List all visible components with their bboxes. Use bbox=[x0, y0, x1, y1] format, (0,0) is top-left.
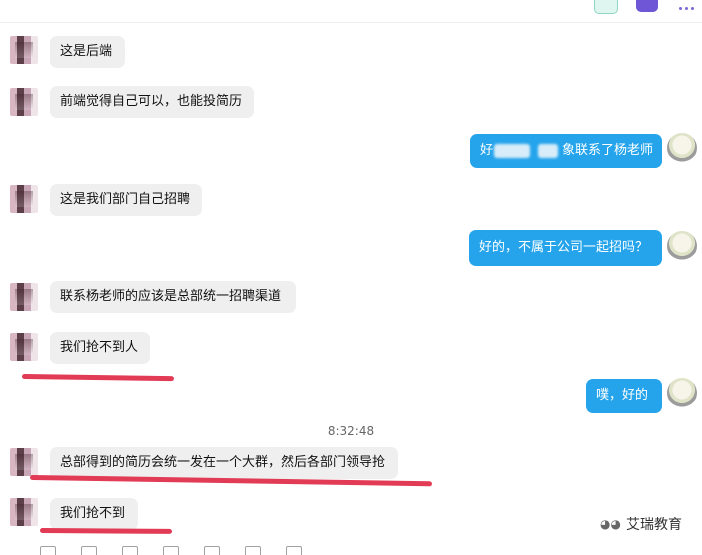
message-bubble: 我们抢不到 bbox=[50, 498, 138, 530]
input-toolbar bbox=[40, 546, 302, 555]
phone-icon[interactable] bbox=[594, 0, 618, 14]
avatar[interactable] bbox=[10, 88, 38, 116]
avatar[interactable] bbox=[10, 448, 38, 476]
message-text: 好 bbox=[480, 143, 494, 158]
avatar[interactable] bbox=[10, 333, 38, 361]
header-divider bbox=[0, 22, 702, 23]
message-bubble: 总部得到的简历会统一发在一个大群，然后各部门领导抢 bbox=[50, 447, 398, 479]
message-bubble: 我们抢不到人 bbox=[50, 332, 150, 364]
avatar[interactable] bbox=[667, 231, 697, 261]
avatar[interactable] bbox=[10, 185, 38, 213]
message-bubble: 联系杨老师的应该是总部统一招聘渠道 bbox=[50, 281, 296, 313]
message-text: 这是我们部门自己招聘 bbox=[60, 192, 191, 207]
avatar[interactable] bbox=[10, 498, 38, 526]
wechat-icon: ◕◕ bbox=[600, 517, 621, 531]
highlight-underline bbox=[21, 374, 175, 382]
message-bubble: 好 象联系了杨老师 bbox=[470, 134, 662, 168]
message-bubble: 前端觉得自己可以，也能投简历 bbox=[50, 86, 254, 118]
avatar[interactable] bbox=[10, 283, 38, 311]
chat-window: 这是后端 前端觉得自己可以，也能投简历 好 象联系了杨老师 这是我们部门自己招聘… bbox=[0, 0, 702, 555]
header-actions bbox=[594, 0, 702, 14]
highlight-underline bbox=[39, 528, 173, 534]
message-text: 好的，不属于公司一起招吗？ bbox=[479, 240, 649, 255]
video-icon[interactable] bbox=[636, 0, 658, 12]
watermark-text: 艾瑞教育 bbox=[626, 517, 682, 533]
message-timestamp: 8:32:48 bbox=[327, 424, 375, 438]
message-bubble: 这是后端 bbox=[50, 36, 125, 68]
redaction-blur bbox=[494, 144, 530, 158]
message-text: 联系杨老师的应该是总部统一招聘渠道 bbox=[60, 289, 282, 304]
message-bubble: 噗，好的 bbox=[586, 379, 662, 413]
watermark: ◕◕ 艾瑞教育 bbox=[600, 514, 682, 534]
avatar[interactable] bbox=[667, 133, 697, 163]
redaction-blur bbox=[538, 144, 558, 158]
message-text: 象联系了杨老师 bbox=[562, 143, 654, 158]
message-text: 我们抢不到人 bbox=[60, 340, 139, 355]
message-text: 噗，好的 bbox=[596, 388, 649, 403]
message-bubble: 好的，不属于公司一起招吗？ bbox=[469, 230, 662, 266]
avatar[interactable] bbox=[667, 378, 697, 408]
avatar[interactable] bbox=[10, 36, 38, 64]
more-icon[interactable] bbox=[676, 0, 696, 12]
message-text: 总部得到的简历会统一发在一个大群，然后各部门领导抢 bbox=[60, 455, 386, 470]
message-text: 这是后端 bbox=[60, 44, 113, 59]
message-bubble: 这是我们部门自己招聘 bbox=[50, 184, 202, 216]
message-text: 前端觉得自己可以，也能投简历 bbox=[60, 94, 243, 109]
message-text: 我们抢不到 bbox=[60, 506, 126, 521]
